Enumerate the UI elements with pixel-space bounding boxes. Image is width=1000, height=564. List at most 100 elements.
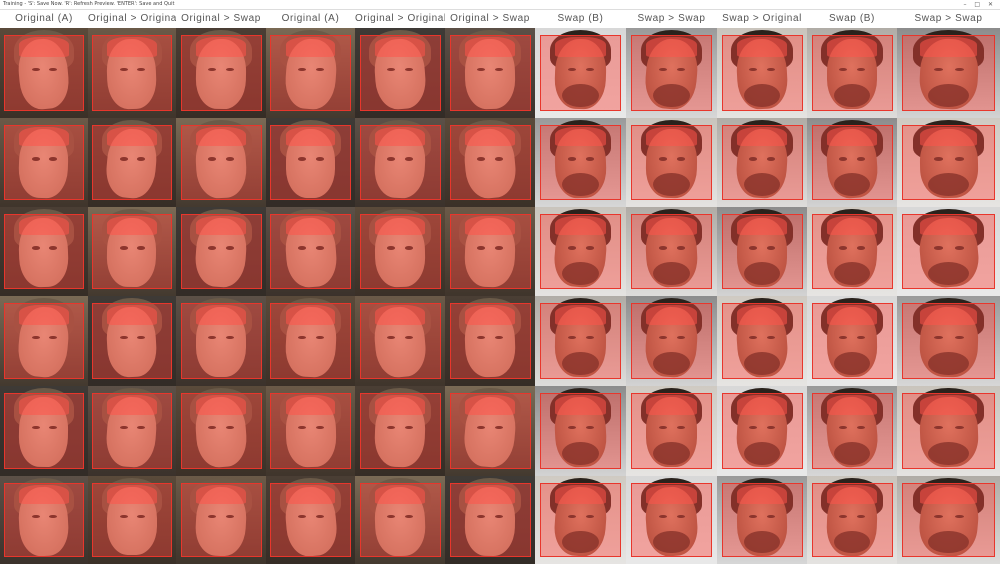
preview-cell xyxy=(897,28,1000,118)
preview-cell xyxy=(88,386,176,476)
window-titlebar: Training - 'S': Save Now. 'R': Refresh P… xyxy=(0,0,1000,10)
mask-box xyxy=(902,214,995,289)
preview-cell xyxy=(717,28,807,118)
preview-cell xyxy=(445,386,535,476)
preview-cell xyxy=(88,207,176,296)
mask-box xyxy=(270,303,351,379)
mask-box xyxy=(92,214,172,289)
mask-box xyxy=(4,303,84,379)
column-header: Original > Swap xyxy=(450,13,530,24)
mask-box xyxy=(630,35,713,111)
preview-cell xyxy=(807,476,897,564)
preview-cell xyxy=(717,207,807,296)
preview-cell xyxy=(355,476,445,564)
preview-cell xyxy=(717,296,807,386)
preview-cell xyxy=(0,28,88,118)
mask-box xyxy=(270,214,351,289)
column-header: Original > Swap xyxy=(181,13,261,24)
mask-box xyxy=(180,214,262,289)
mask-box xyxy=(811,483,893,557)
preview-cell xyxy=(266,386,355,476)
preview-cell xyxy=(897,386,1000,476)
preview-cell xyxy=(445,296,535,386)
preview-cell xyxy=(535,296,626,386)
mask-box xyxy=(539,303,622,379)
preview-cell xyxy=(626,476,717,564)
preview-cell xyxy=(717,476,807,564)
mask-box xyxy=(359,35,441,111)
preview-cell xyxy=(355,118,445,207)
mask-box xyxy=(449,393,531,469)
preview-cell xyxy=(355,28,445,118)
mask-box xyxy=(811,35,893,111)
preview-cell xyxy=(626,386,717,476)
preview-cell xyxy=(626,28,717,118)
mask-box xyxy=(270,125,351,200)
window-controls[interactable]: – □ ✕ xyxy=(963,0,996,9)
mask-box xyxy=(92,125,172,200)
column-headers: Original (A) Original > Original Original … xyxy=(0,10,1000,28)
column-header: Original > Original xyxy=(88,13,176,24)
mask-box xyxy=(721,393,803,469)
mask-box xyxy=(4,35,84,111)
column-header: Swap > Original xyxy=(722,13,802,24)
preview-cell xyxy=(0,476,88,564)
preview-cell xyxy=(355,207,445,296)
mask-box xyxy=(811,214,893,289)
preview-cell xyxy=(0,296,88,386)
mask-box xyxy=(902,483,995,557)
preview-cell xyxy=(717,386,807,476)
column-header: Swap > Swap xyxy=(637,13,706,24)
preview-cell xyxy=(88,476,176,564)
mask-box xyxy=(630,125,713,200)
preview-cell xyxy=(176,476,266,564)
preview-cell xyxy=(176,386,266,476)
preview-cell xyxy=(535,476,626,564)
mask-box xyxy=(539,214,622,289)
preview-cell xyxy=(445,207,535,296)
preview-cell xyxy=(266,207,355,296)
mask-box xyxy=(630,214,713,289)
mask-box xyxy=(270,393,351,469)
preview-cell xyxy=(355,296,445,386)
mask-box xyxy=(359,393,441,469)
mask-box xyxy=(902,125,995,200)
preview-cell xyxy=(626,118,717,207)
preview-cell xyxy=(88,118,176,207)
mask-box xyxy=(180,393,262,469)
mask-box xyxy=(721,214,803,289)
preview-cell xyxy=(897,296,1000,386)
preview-cell xyxy=(355,386,445,476)
mask-box xyxy=(359,303,441,379)
preview-cell xyxy=(626,207,717,296)
mask-box xyxy=(449,483,531,557)
mask-box xyxy=(449,214,531,289)
mask-box xyxy=(902,35,995,111)
mask-box xyxy=(630,483,713,557)
mask-box xyxy=(92,35,172,111)
mask-box xyxy=(449,35,531,111)
mask-box xyxy=(449,303,531,379)
preview-cell xyxy=(176,296,266,386)
mask-box xyxy=(902,303,995,379)
mask-box xyxy=(902,393,995,469)
mask-box xyxy=(92,393,172,469)
mask-box xyxy=(811,393,893,469)
preview-cell xyxy=(445,28,535,118)
mask-box xyxy=(4,393,84,469)
mask-box xyxy=(180,125,262,200)
preview-cell xyxy=(445,476,535,564)
mask-box xyxy=(630,393,713,469)
mask-box xyxy=(359,214,441,289)
mask-box xyxy=(539,125,622,200)
mask-box xyxy=(4,483,84,557)
preview-cell xyxy=(266,296,355,386)
mask-box xyxy=(359,125,441,200)
preview-cell xyxy=(807,386,897,476)
mask-box xyxy=(721,483,803,557)
preview-cell xyxy=(0,207,88,296)
mask-box xyxy=(449,125,531,200)
preview-cell xyxy=(266,118,355,207)
preview-cell xyxy=(626,296,717,386)
preview-cell xyxy=(807,207,897,296)
